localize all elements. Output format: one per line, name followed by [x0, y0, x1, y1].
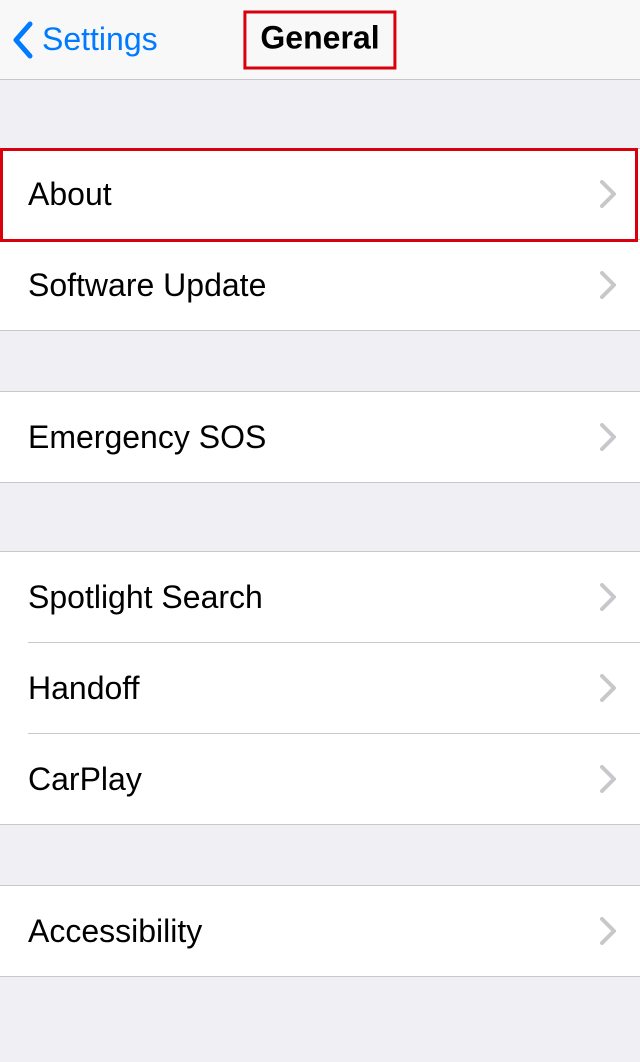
chevron-right-icon [600, 765, 616, 793]
settings-group: Accessibility [0, 885, 640, 977]
row-label: Accessibility [28, 913, 600, 950]
chevron-right-icon [600, 583, 616, 611]
section-gap [0, 825, 640, 885]
row-label: Spotlight Search [28, 579, 600, 616]
row-label: Emergency SOS [28, 419, 600, 456]
row-handoff[interactable]: Handoff [0, 643, 640, 733]
back-label: Settings [42, 21, 158, 58]
chevron-left-icon [10, 20, 36, 60]
row-label: Handoff [28, 670, 600, 707]
settings-group: Emergency SOS [0, 391, 640, 483]
section-gap [0, 331, 640, 391]
row-about[interactable]: About [0, 149, 640, 239]
row-label: CarPlay [28, 761, 600, 798]
navigation-bar: Settings General [0, 0, 640, 80]
section-gap [0, 483, 640, 551]
row-label: About [28, 176, 600, 213]
row-carplay[interactable]: CarPlay [0, 734, 640, 824]
chevron-right-icon [600, 423, 616, 451]
row-accessibility[interactable]: Accessibility [0, 886, 640, 976]
chevron-right-icon [600, 917, 616, 945]
chevron-right-icon [600, 180, 616, 208]
settings-group: Spotlight Search Handoff CarPlay [0, 551, 640, 825]
back-button[interactable]: Settings [10, 20, 158, 60]
title-highlight: General [243, 10, 396, 69]
row-software-update[interactable]: Software Update [0, 240, 640, 330]
page-title: General [260, 19, 379, 56]
section-gap [0, 80, 640, 148]
row-label: Software Update [28, 267, 600, 304]
chevron-right-icon [600, 271, 616, 299]
row-emergency-sos[interactable]: Emergency SOS [0, 392, 640, 482]
settings-group: About Software Update [0, 148, 640, 331]
chevron-right-icon [600, 674, 616, 702]
row-spotlight-search[interactable]: Spotlight Search [0, 552, 640, 642]
